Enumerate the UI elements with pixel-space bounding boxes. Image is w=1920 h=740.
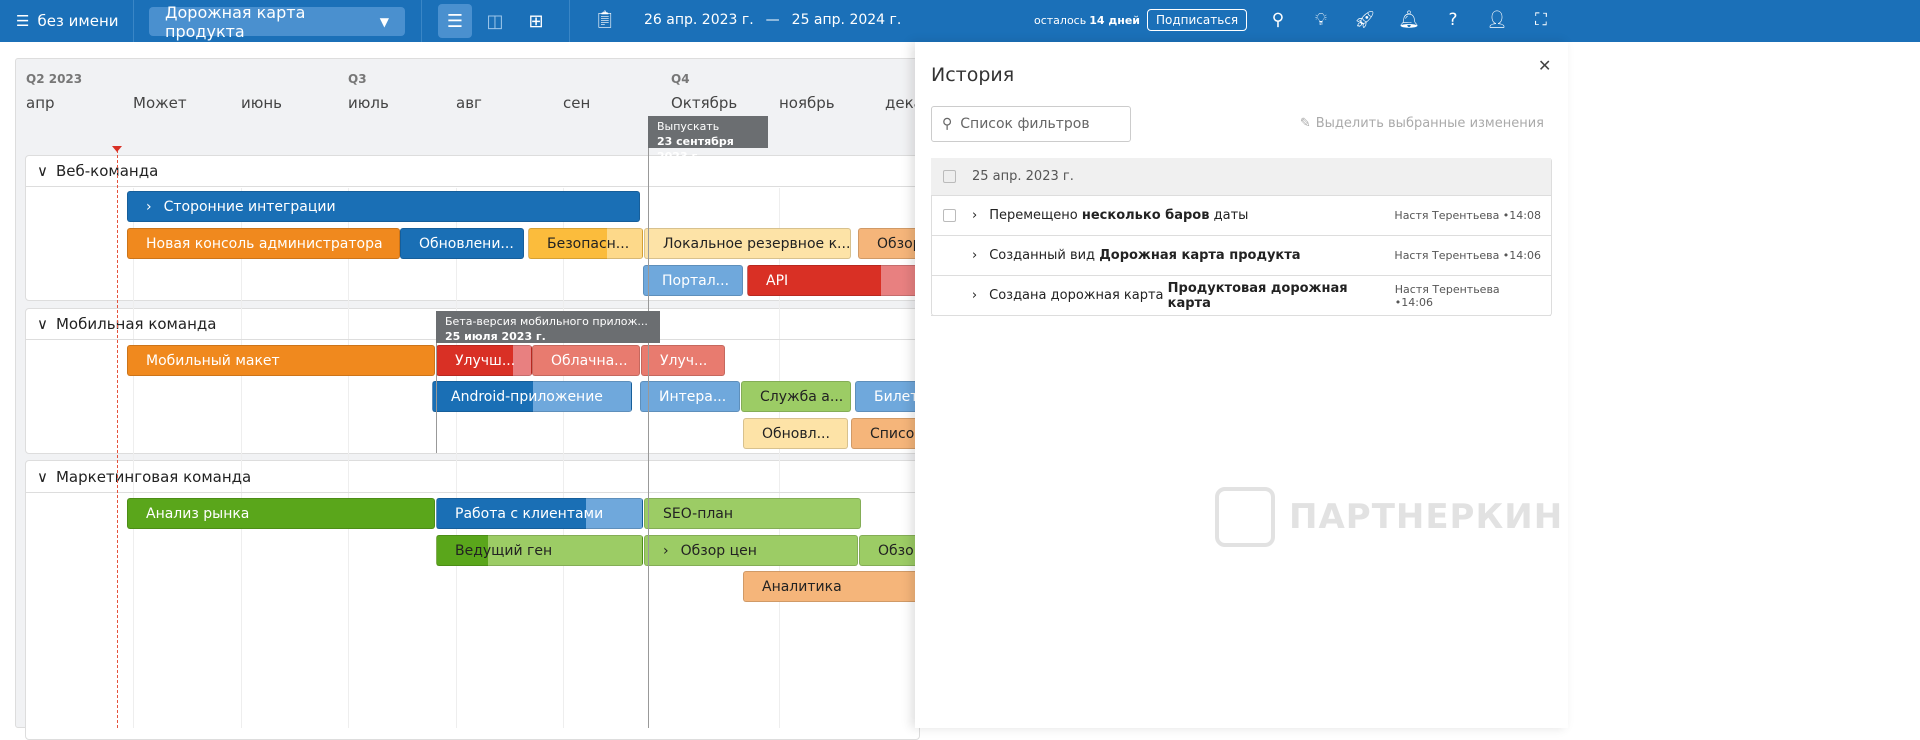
chevron-right-icon[interactable]: › (146, 199, 152, 215)
filter-input[interactable]: ⚲ Список фильтров (931, 106, 1131, 142)
bell-icon[interactable]: 🔔︎ (1398, 10, 1420, 30)
roadmap-bar[interactable]: Улучш... (436, 345, 532, 376)
roadmap-bar[interactable]: Списо (851, 418, 918, 449)
grid-line (348, 188, 349, 728)
group-header[interactable]: ∨ Веб-команда (25, 155, 920, 187)
clipboard-icon[interactable]: 📋︎ (594, 10, 616, 30)
top-bar: ☰ без имени Дорожная карта продукта ▼ ☰ ◫ … (0, 0, 1920, 42)
roadmap-bar[interactable]: › Сторонние интеграции (127, 191, 640, 222)
roadmap-name: без имени (37, 12, 119, 30)
quarter-label: Q4 (671, 72, 690, 86)
chevron-right-icon[interactable]: › (663, 543, 669, 559)
roadmap-bar[interactable]: Интера... (640, 381, 740, 412)
quarter-label: Q3 (348, 72, 367, 86)
menu-icon: ☰ (16, 12, 30, 30)
roadmap-bar[interactable]: Новая консоль администратора (127, 228, 400, 259)
month-label: июль (348, 94, 389, 112)
roadmap-bar[interactable]: Ведущий ген (436, 535, 643, 566)
caret-down-icon: ▼ (379, 14, 389, 29)
roadmap-bar[interactable]: Работа с клиентами (436, 498, 643, 529)
search-icon[interactable]: ⚲ (1267, 10, 1289, 30)
roadmap-bar[interactable]: Локальное резервное к... (644, 228, 851, 259)
watermark-logo: ПАРТНЕРКИН (1215, 487, 1563, 547)
roadmap-menu[interactable]: ☰ без имени (16, 12, 119, 30)
chevron-right-icon[interactable]: › (972, 288, 977, 303)
chevron-down-icon[interactable]: ∨ (37, 468, 48, 486)
roadmap-bar[interactable]: › Обзор цен (644, 535, 858, 566)
roadmap-bar[interactable]: Безопасн... (528, 228, 643, 259)
month-label: ноябрь (779, 94, 835, 112)
roadmap-bar[interactable]: SEO-план (644, 498, 861, 529)
grid-line (563, 188, 564, 728)
milestone-beta[interactable]: Бета-версия мобильного прилож... 25 июля … (436, 311, 660, 343)
search-icon: ⚲ (942, 116, 953, 132)
month-label: сен (563, 94, 591, 112)
user-icon[interactable]: 👤︎ (1486, 10, 1508, 30)
roadmap-bar[interactable]: Облачна... (532, 345, 640, 376)
columns-view-button[interactable]: ◫ (478, 4, 512, 38)
history-row[interactable]: › Создана дорожная карта Продуктовая доро… (931, 276, 1551, 316)
checkbox[interactable] (943, 209, 956, 222)
timeline-view-button[interactable]: ☰ (438, 4, 472, 38)
milestone-release[interactable]: Выпускать 23 сентября 2023 г. (648, 116, 768, 163)
roadmap-bar[interactable]: Улуч... (641, 345, 725, 376)
today-marker-icon (112, 146, 122, 152)
history-row[interactable]: › Перемещено несколько баров даты Настя Те… (931, 196, 1551, 236)
roadmap-bar[interactable]: Билет (855, 381, 918, 412)
view-select[interactable]: Дорожная карта продукта ▼ (149, 3, 405, 41)
pen-icon: ✎ (1299, 116, 1311, 131)
grid-view-button[interactable]: ⊞ (519, 4, 553, 38)
rocket-icon[interactable]: 🚀︎ (1354, 10, 1376, 30)
date-range[interactable]: 26 апр. 2023 г. —25 апр. 2024 г. (644, 12, 901, 28)
highlight-changes-button[interactable]: ✎ Выделить выбранные изменения (1300, 116, 1544, 131)
roadmap-bar[interactable]: Обновлени... (400, 228, 524, 259)
today-line (117, 150, 118, 728)
trial-remaining: осталось 14 дней (1034, 14, 1141, 27)
month-label: апр (26, 94, 55, 112)
chevron-right-icon[interactable]: › (972, 208, 977, 223)
chevron-down-icon[interactable]: ∨ (37, 162, 48, 180)
month-label: июнь (241, 94, 283, 112)
history-panel: История ✕ ⚲ Список фильтров ✎ Выделить выб… (915, 42, 1568, 728)
roadmap-bar[interactable]: Служба а... (741, 381, 851, 412)
grid-line (456, 188, 457, 728)
help-icon[interactable]: ? (1442, 10, 1464, 30)
subscribe-button[interactable]: Подписаться (1147, 9, 1248, 31)
quarter-label: Q2 2023 (26, 72, 83, 86)
fullscreen-icon[interactable]: ⛶ (1530, 10, 1552, 30)
chevron-right-icon[interactable]: › (972, 248, 977, 263)
milestone-line (648, 148, 649, 728)
chevron-down-icon[interactable]: ∨ (37, 315, 48, 333)
roadmap-bar[interactable]: Обзор (858, 228, 918, 259)
month-label: авг (456, 94, 482, 112)
history-title: История (931, 64, 1015, 86)
view-select-value: Дорожная карта продукта (165, 2, 306, 41)
grid-line (133, 188, 134, 728)
month-label: Октябрь (671, 94, 738, 112)
roadmap-bar[interactable]: Портал... (643, 265, 743, 296)
month-label: Может (133, 94, 187, 112)
roadmap-bar[interactable]: Мобильный макет (127, 345, 435, 376)
roadmap-bar[interactable]: Обновл... (743, 418, 848, 449)
lightbulb-icon[interactable]: 💡︎ (1310, 10, 1332, 30)
milestone-line (436, 343, 437, 453)
roadmap-bar[interactable]: Анализ рынка (127, 498, 435, 529)
history-row[interactable]: › Созданный вид Дорожная карта продукта На… (931, 236, 1551, 276)
roadmap-bar[interactable]: Аналитика (743, 571, 918, 602)
close-icon[interactable]: ✕ (1538, 56, 1551, 75)
group-header[interactable]: ∨ Маркетинговая команда (25, 461, 920, 493)
roadmap-bar[interactable]: Обзо (859, 535, 918, 566)
roadmap-bar[interactable]: API (747, 265, 918, 296)
history-date-row: 25 апр. 2023 г. (931, 158, 1551, 196)
checkbox[interactable] (943, 170, 956, 183)
grid-line (241, 188, 242, 728)
roadmap-bar[interactable]: Android-приложение (432, 381, 632, 412)
